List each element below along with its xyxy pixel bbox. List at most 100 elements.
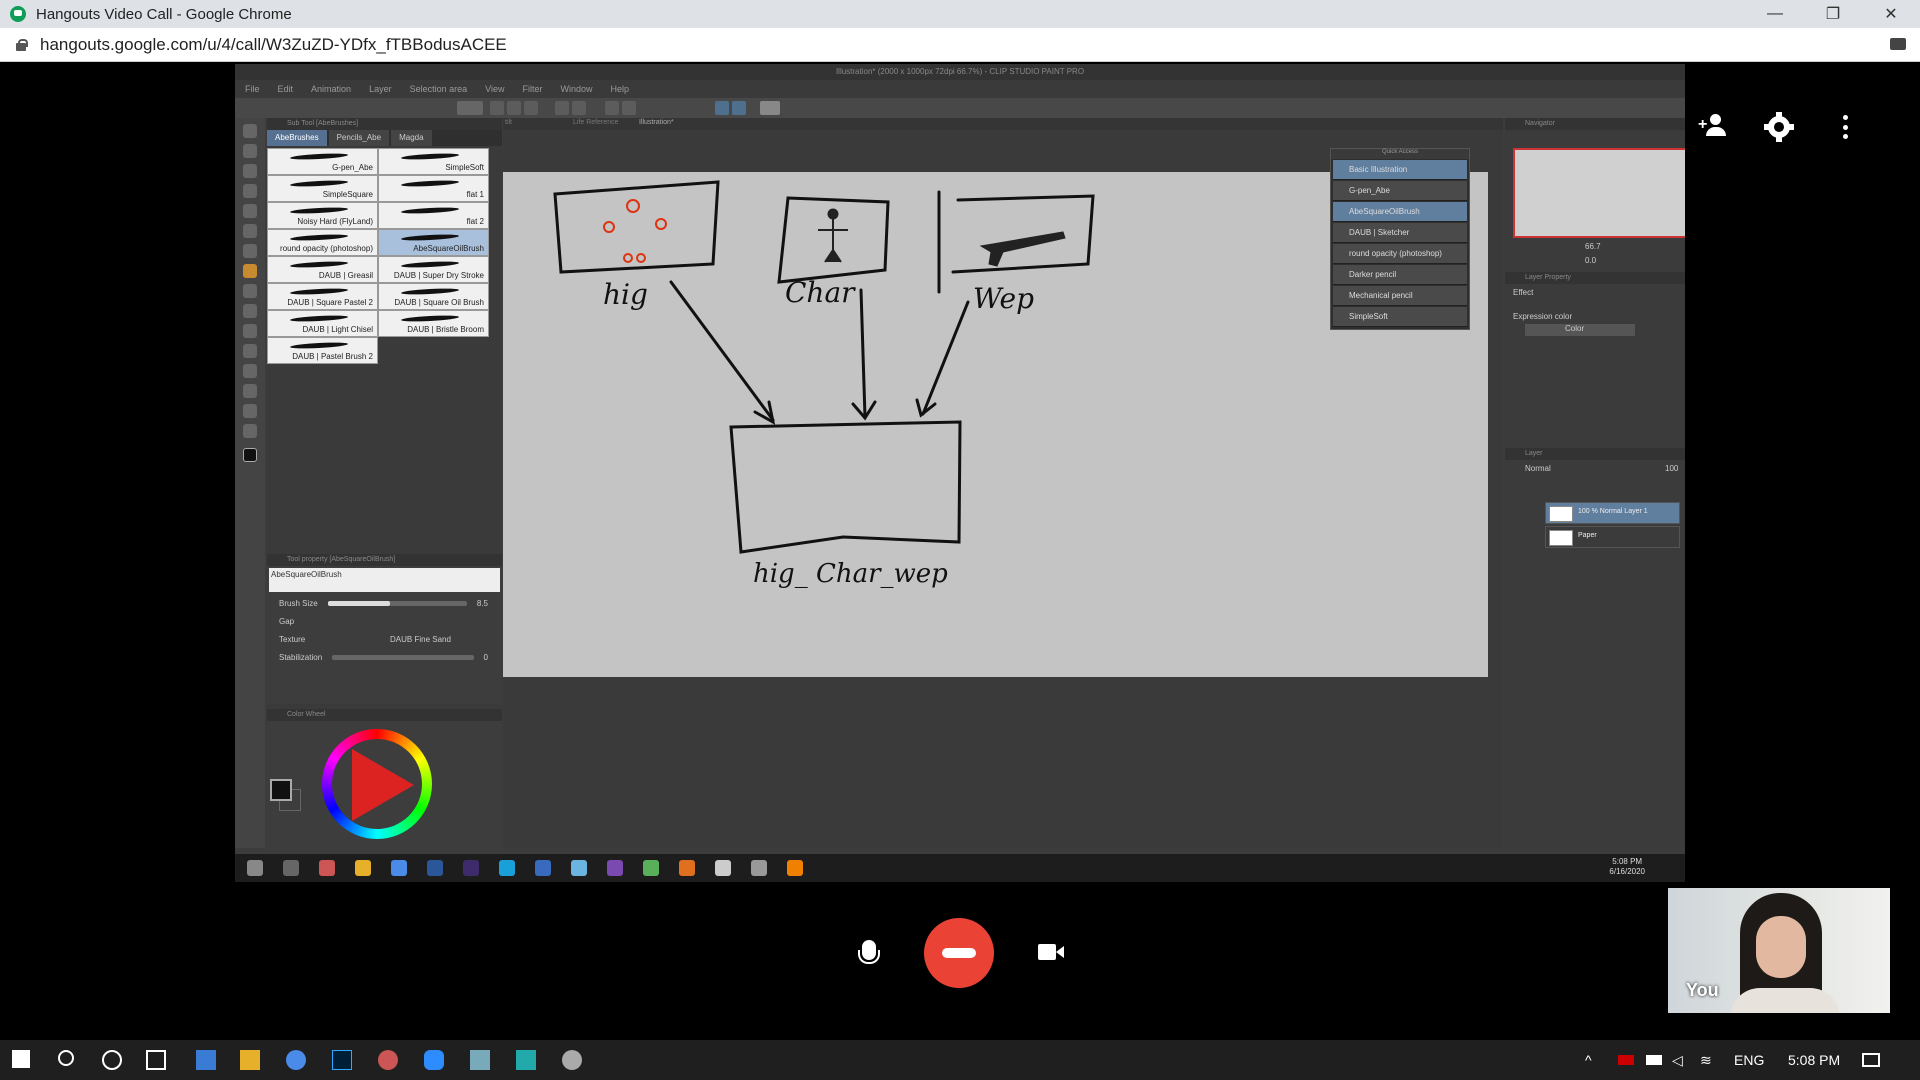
pen-tool-icon[interactable]	[243, 244, 257, 258]
quick-access-item[interactable]: DAUB | Sketcher	[1333, 223, 1467, 243]
language-indicator[interactable]: ENG	[1734, 1052, 1764, 1068]
clock[interactable]: 5:08 PM	[1788, 1052, 1840, 1068]
brush-item[interactable]: SimpleSquare	[267, 175, 378, 202]
self-view[interactable]: You	[1668, 888, 1890, 1013]
text-tool-icon[interactable]	[243, 424, 257, 438]
windows-start-icon[interactable]	[12, 1050, 30, 1068]
navigator-preview[interactable]	[1513, 148, 1685, 238]
wifi-icon[interactable]: ≋	[1700, 1052, 1712, 1069]
fill-tool-icon[interactable]	[243, 364, 257, 378]
photoshop-icon[interactable]	[332, 1050, 352, 1070]
brush-size-row[interactable]: Brush Size 8.5	[267, 594, 502, 612]
inner-paint-icon[interactable]	[319, 860, 335, 876]
brush-item[interactable]: Noisy Hard (FlyLand)	[267, 202, 378, 229]
inner-app2-icon[interactable]	[535, 860, 551, 876]
inner-vlc-icon[interactable]	[787, 860, 803, 876]
task-view-icon[interactable]	[146, 1050, 166, 1070]
brush-item[interactable]: SimpleSoft	[378, 148, 489, 175]
app-icon-2[interactable]	[470, 1050, 490, 1070]
camera-in-use-icon[interactable]	[1890, 38, 1906, 50]
search-icon[interactable]	[58, 1050, 74, 1066]
app-icon-3[interactable]	[516, 1050, 536, 1070]
eraser-tool-icon[interactable]	[243, 324, 257, 338]
brush-item[interactable]: DAUB | Pastel Brush 2	[267, 337, 378, 364]
inner-vs-icon[interactable]	[607, 860, 623, 876]
quick-access-set[interactable]: Basic Illustration	[1333, 160, 1467, 180]
tray-app-icon[interactable]	[1618, 1055, 1634, 1065]
brush-item[interactable]: AbeSquareOilBrush	[378, 229, 489, 256]
ruler-icon[interactable]	[732, 101, 746, 115]
expression-dropdown[interactable]: Color	[1525, 324, 1635, 336]
inner-csp-icon[interactable]	[751, 860, 767, 876]
redo-icon[interactable]	[572, 101, 586, 115]
menu-item-layer[interactable]: Layer	[369, 84, 392, 94]
quick-access-item[interactable]: Mechanical pencil	[1333, 286, 1467, 306]
eyedropper-tool-icon[interactable]	[243, 164, 257, 178]
main-color-swatch[interactable]	[243, 448, 257, 462]
gear-icon[interactable]	[1764, 112, 1794, 142]
subtool-tab-magda[interactable]: Magda	[391, 130, 432, 146]
subtool-tab-pencils-abe[interactable]: Pencils_Abe	[328, 130, 390, 146]
url-text[interactable]: hangouts.google.com/u/4/call/W3ZuZD-YDfx…	[40, 35, 507, 55]
brush-item[interactable]: DAUB | Bristle Broom	[378, 310, 489, 337]
inner-start-icon[interactable]	[247, 860, 263, 876]
blend-mode[interactable]: Normal	[1525, 464, 1551, 473]
selection-tool-icon[interactable]	[243, 204, 257, 218]
file-explorer-icon[interactable]	[240, 1050, 260, 1070]
canvas-tab-3[interactable]: Illustration*	[639, 119, 674, 126]
person-add-icon[interactable]: +	[1698, 112, 1728, 142]
canvas-tab-1[interactable]: tilt	[505, 119, 512, 126]
camera-icon[interactable]	[1038, 944, 1064, 960]
move-tool-icon[interactable]	[243, 184, 257, 198]
more-vert-icon[interactable]	[1830, 112, 1860, 142]
zoom-tool-icon[interactable]	[243, 124, 257, 138]
new-file-icon[interactable]	[490, 101, 504, 115]
app-icon-1[interactable]	[196, 1050, 216, 1070]
minimize-button[interactable]: —	[1746, 0, 1804, 28]
quick-access-item[interactable]: Darker pencil	[1333, 265, 1467, 285]
blend-tool-icon[interactable]	[243, 344, 257, 358]
gradient-tool-icon[interactable]	[243, 384, 257, 398]
deselect-icon[interactable]	[622, 101, 636, 115]
layer-row[interactable]: 100 % Normal Layer 1	[1545, 502, 1680, 524]
texture-value[interactable]: DAUB Fine Sand	[339, 635, 502, 644]
stabilization-row[interactable]: Stabilization 0	[267, 648, 502, 666]
chrome-icon[interactable]	[286, 1050, 306, 1070]
clip-studio-icon[interactable]	[457, 101, 483, 115]
main-color-swatch-large[interactable]	[270, 779, 292, 801]
maximize-button[interactable]: ❐	[1804, 0, 1862, 28]
gap-row[interactable]: Gap	[267, 612, 502, 630]
brush-tool-icon[interactable]	[243, 264, 257, 278]
brush-item[interactable]: DAUB | Square Pastel 2	[267, 283, 378, 310]
battery-icon[interactable]	[1646, 1055, 1662, 1065]
menu-item-edit[interactable]: Edit	[278, 84, 294, 94]
lasso-tool-icon[interactable]	[243, 224, 257, 238]
subtool-tab-abebrushes[interactable]: AbeBrushes	[267, 130, 327, 146]
menu-item-file[interactable]: File	[245, 84, 260, 94]
inner-app5-icon[interactable]	[679, 860, 695, 876]
saturation-triangle[interactable]	[352, 749, 414, 821]
menu-item-filter[interactable]: Filter	[522, 84, 542, 94]
save-file-icon[interactable]	[524, 101, 538, 115]
texture-row[interactable]: Texture DAUB Fine Sand	[267, 630, 502, 648]
navigator-angle[interactable]: 0.0	[1585, 256, 1596, 265]
menu-item-animation[interactable]: Animation	[311, 84, 351, 94]
layer-opacity[interactable]: 100	[1665, 464, 1678, 473]
snap-icon[interactable]	[715, 101, 729, 115]
inner-explorer-icon[interactable]	[355, 860, 371, 876]
brush-item[interactable]: flat 1	[378, 175, 489, 202]
hangup-icon[interactable]	[924, 918, 994, 988]
open-file-icon[interactable]	[507, 101, 521, 115]
quick-access-item[interactable]: round opacity (photoshop)	[1333, 244, 1467, 264]
chevron-up-icon[interactable]: ^	[1585, 1052, 1592, 1068]
close-button[interactable]: ✕	[1862, 0, 1920, 28]
volume-icon[interactable]: ◁	[1672, 1052, 1683, 1069]
inner-taskview-icon[interactable]	[283, 860, 299, 876]
cortana-icon[interactable]	[102, 1050, 122, 1070]
brush-item[interactable]: DAUB | Super Dry Stroke	[378, 256, 489, 283]
brush-item[interactable]: flat 2	[378, 202, 489, 229]
undo-icon[interactable]	[555, 101, 569, 115]
brush-item[interactable]: G-pen_Abe	[267, 148, 378, 175]
brush-size-slider[interactable]	[327, 600, 467, 606]
layer-row[interactable]: Paper	[1545, 526, 1680, 548]
